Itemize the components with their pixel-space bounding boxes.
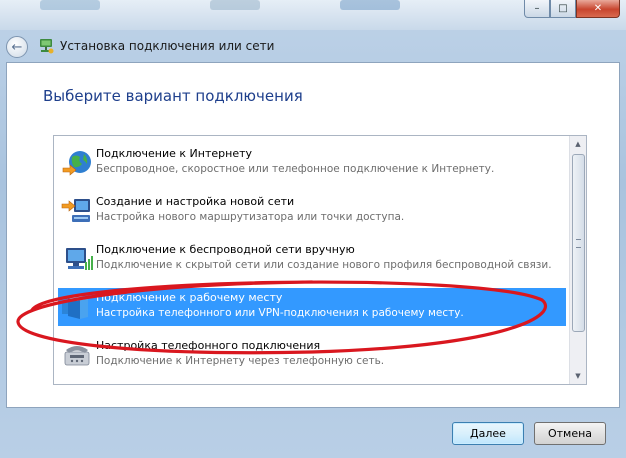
- globe-icon: [62, 151, 91, 176]
- minimize-button[interactable]: –: [524, 0, 550, 18]
- cancel-button[interactable]: Отмена: [534, 422, 606, 445]
- scrollbar-grip-icon: [576, 239, 581, 248]
- content-pane: Выберите вариант подключения Подключение…: [6, 62, 620, 408]
- workplace-icon: [62, 295, 88, 319]
- option-description: Беспроводное, скоростное или телефонное …: [96, 163, 495, 175]
- option-description: Подключение к Интернету через телефонную…: [96, 355, 385, 367]
- window-title: Установка подключения или сети: [60, 39, 275, 53]
- desktop-ghost-icon: [40, 0, 100, 10]
- option-title: Подключение к рабочему месту: [96, 291, 283, 304]
- option-manual-wireless[interactable]: Подключение к беспроводной сети вручную …: [58, 240, 566, 278]
- option-dialup-connection[interactable]: Настройка телефонного подключения Подклю…: [58, 336, 566, 374]
- wireless-network-icon: [66, 248, 93, 270]
- new-network-icon: [61, 199, 90, 222]
- option-workplace-connection[interactable]: Подключение к рабочему месту Настройка т…: [58, 288, 566, 326]
- option-description: Настройка телефонного или VPN-подключени…: [96, 307, 464, 319]
- desktop-ghost-icon: [340, 0, 400, 10]
- back-arrow-icon: ←: [11, 39, 23, 55]
- scrollbar-thumb[interactable]: [572, 154, 585, 332]
- scroll-up-arrow-icon[interactable]: ▲: [570, 136, 586, 152]
- scroll-down-arrow-icon[interactable]: ▼: [570, 368, 586, 384]
- option-title: Настройка телефонного подключения: [96, 339, 321, 352]
- option-description: Настройка нового маршрутизатора или точк…: [96, 211, 405, 223]
- phone-modem-icon: [64, 346, 90, 366]
- network-setup-icon: [40, 39, 54, 54]
- desktop-background-strip: – □ ✕: [0, 0, 626, 30]
- page-heading: Выберите вариант подключения: [43, 87, 303, 105]
- option-title: Подключение к Интернету: [96, 147, 253, 160]
- window-frame: – □ ✕ ← Установка подключения или сети В…: [0, 0, 626, 458]
- next-button[interactable]: Далее: [452, 422, 524, 445]
- dialog-footer: Далее Отмена: [0, 408, 626, 458]
- connection-options-list: Подключение к Интернету Беспроводное, ск…: [53, 135, 587, 385]
- maximize-button[interactable]: □: [550, 0, 576, 18]
- window-controls: – □ ✕: [524, 0, 620, 18]
- option-new-network[interactable]: Создание и настройка новой сети Настройк…: [58, 192, 566, 230]
- back-button[interactable]: ←: [6, 36, 28, 58]
- title-bar: ← Установка подключения или сети: [0, 30, 626, 62]
- option-title: Подключение к беспроводной сети вручную: [96, 243, 355, 256]
- option-internet-connection[interactable]: Подключение к Интернету Беспроводное, ск…: [58, 144, 566, 182]
- option-description: Подключение к скрытой сети или создание …: [96, 259, 552, 271]
- close-button[interactable]: ✕: [576, 0, 620, 18]
- desktop-ghost-icon: [210, 0, 260, 10]
- list-scrollbar[interactable]: ▲ ▼: [569, 136, 586, 384]
- option-title: Создание и настройка новой сети: [96, 195, 295, 208]
